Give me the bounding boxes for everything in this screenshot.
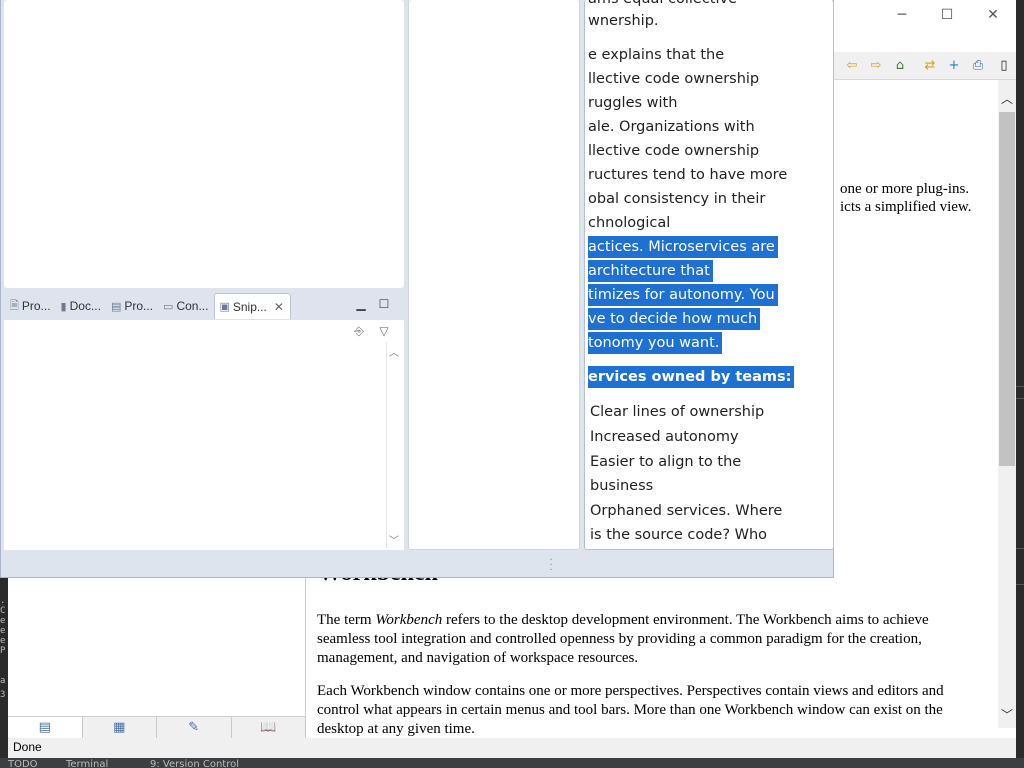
back-icon[interactable]: ⇦	[844, 58, 860, 74]
scroll-thumb[interactable]	[999, 112, 1015, 466]
scroll-up-icon[interactable]: ︿	[387, 344, 401, 359]
list-item: Orphaned services. Where	[590, 503, 783, 519]
minimize-button[interactable]: ─	[890, 4, 914, 26]
editor-area	[4, 0, 404, 288]
print-icon[interactable]: ⎙	[970, 58, 986, 74]
view-tab-label: Snip...	[232, 299, 267, 314]
view-tab-label: Con...	[176, 299, 209, 313]
paragraph-text: The term	[317, 612, 376, 628]
bookmark-add-icon[interactable]: +	[946, 58, 962, 74]
maximize-pane-icon[interactable]: ▯	[996, 58, 1012, 74]
scroll-up-icon[interactable]: ︿	[998, 90, 1016, 108]
clipped-text-line: one or more plug-ins.	[840, 181, 970, 197]
terminal-tool-button[interactable]: Terminal	[66, 758, 108, 768]
maximize-button[interactable]: ☐	[935, 4, 959, 26]
contents-tab[interactable]: ▤	[8, 717, 83, 738]
list-item: Easier to align to the	[590, 454, 742, 470]
sash-grip-icon[interactable]: · · ·	[549, 556, 553, 576]
eclipse-workbench-window: ams equal collective wnership. e explains …	[0, 0, 834, 578]
bookmarks-icon: 📖	[260, 720, 277, 735]
contents-icon: ▤	[38, 720, 51, 735]
help-toolbar: ⇦ ⇨ ⌂ ⇄ + ⎙ ▯	[834, 52, 1018, 80]
bookmarks-tab[interactable]: 📖	[232, 717, 306, 738]
help-vertical-scrollbar[interactable]: ︿ ﹀	[998, 80, 1016, 728]
index-tab[interactable]: ▦	[83, 717, 157, 738]
sync-toc-icon[interactable]: ⇄	[922, 58, 938, 74]
list-item: business	[590, 478, 654, 494]
scroll-down-icon[interactable]: ﹀	[387, 532, 401, 547]
document-view: ams equal collective wnership. e explains …	[584, 0, 834, 550]
background-window-edge-right	[1016, 0, 1024, 768]
version-control-tool-button[interactable]: 9: Version Control	[150, 758, 239, 768]
index-icon: ▦	[113, 720, 126, 735]
document-line: ams equal collective	[588, 0, 737, 10]
document-line: ruggles with	[588, 95, 678, 111]
help-navigation-tabs: ▤ ▦ ✎ 📖	[8, 716, 306, 738]
status-bar: Done	[8, 738, 1016, 758]
search-results-tab[interactable]: ✎	[157, 717, 232, 738]
help-title-bar: ─ ☐ ✕	[834, 0, 1012, 32]
list-item: Increased autonomy	[590, 429, 739, 445]
help-navigation-pane	[8, 578, 306, 738]
view-tab-snippets[interactable]: ▣ Snip... ✕	[214, 293, 291, 319]
view-tab-label: Pro...	[21, 299, 51, 313]
document-line: llective code ownership	[588, 71, 760, 87]
background-text-fragment: 3	[0, 690, 6, 700]
background-text-fragment: e	[0, 626, 6, 636]
forward-icon[interactable]: ⇨	[868, 58, 884, 74]
view-tab-project-explorer[interactable]: 🗎 Pro...	[6, 293, 57, 319]
background-text-fragment: e	[0, 616, 6, 626]
document-line: ale. Organizations with	[588, 119, 755, 135]
maximize-view-button[interactable]: ☐	[377, 298, 391, 312]
document-line: chnological	[588, 215, 671, 231]
outline-view	[408, 0, 580, 550]
import-icon[interactable]: ⎆	[351, 324, 367, 340]
selected-text-line: ve to decide how much	[588, 308, 761, 330]
clipped-text-line: icts a simplified view.	[840, 199, 972, 215]
paragraph-perspectives: Each Workbench window contains one or mo…	[317, 683, 944, 737]
documentation-icon: ▮	[60, 299, 67, 313]
view-menu-icon[interactable]: ▽	[376, 324, 392, 340]
home-icon[interactable]: ⌂	[892, 58, 908, 74]
paragraph-workbench-definition: The term Workbench refers to the desktop…	[317, 611, 982, 668]
workbench-term: Workbench	[375, 612, 443, 628]
ide-status-bar: TODO Terminal 9: Version Control	[0, 758, 1024, 768]
view-tab-label: Doc...	[69, 299, 101, 313]
list-item: is the source code? Who	[590, 527, 768, 543]
background-text-fragment: e	[0, 636, 6, 646]
snippets-view	[4, 320, 404, 550]
document-line: obal consistency in their	[588, 191, 766, 207]
background-text-fragment: . C	[0, 596, 6, 616]
background-text-fragment: P	[0, 646, 6, 656]
snippets-icon: ▣	[219, 300, 230, 313]
status-text: Done	[13, 740, 42, 754]
selected-heading: ervices owned by teams:	[588, 366, 795, 388]
document-line: ructures tend to have more	[588, 167, 788, 183]
background-text-fragment: a	[0, 676, 6, 686]
selected-text-line: actices. Microservices are	[588, 236, 778, 258]
list-item: Clear lines of ownership	[590, 404, 765, 420]
project-explorer-icon: 🗎	[10, 298, 19, 312]
view-tab-console[interactable]: ▭ Con...	[159, 293, 214, 319]
document-line: wnership.	[588, 13, 659, 29]
view-tab-bar: 🗎 Pro... ▮ Doc... ▤ Pro... ▭ Con... ▣ Snip... ✕	[4, 292, 404, 320]
minimize-view-button[interactable]: ▁	[354, 298, 368, 312]
selected-text-line: tonomy you want.	[588, 332, 723, 354]
view-tab-documentation[interactable]: ▮ Doc...	[57, 293, 107, 319]
view-tab-label: Pro...	[124, 299, 154, 313]
selected-text-line: timizes for autonomy. You	[588, 284, 778, 306]
close-tab-icon[interactable]: ✕	[274, 300, 284, 314]
document-line: e explains that the	[588, 47, 725, 63]
background-window-edge: . CeeePa3	[0, 578, 8, 758]
scroll-down-icon[interactable]: ﹀	[998, 706, 1016, 724]
snippets-scrollbar[interactable]: ︿ ﹀	[386, 342, 400, 548]
view-tab-properties[interactable]: ▤ Pro...	[107, 293, 159, 319]
close-button[interactable]: ✕	[981, 4, 1005, 26]
document-line: llective code ownership	[588, 143, 760, 159]
console-icon: ▭	[163, 299, 174, 313]
search-results-icon: ✎	[188, 720, 200, 735]
todo-tool-button[interactable]: TODO	[8, 758, 38, 768]
properties-icon: ▤	[110, 299, 122, 313]
selected-text-line: architecture that	[588, 260, 713, 282]
